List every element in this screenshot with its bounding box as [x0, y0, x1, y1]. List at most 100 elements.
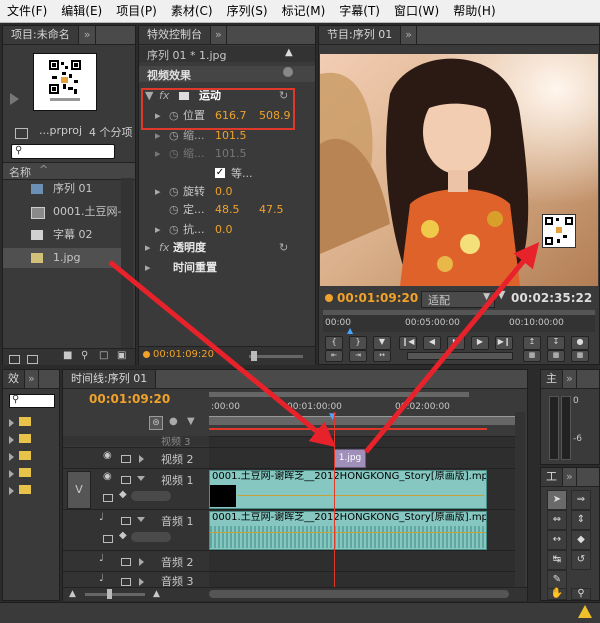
selection-tool-icon[interactable]: ➤ — [547, 490, 567, 510]
list-item[interactable]: 字幕 02 — [3, 225, 121, 245]
pen-tool-icon[interactable]: ✎ — [547, 570, 567, 590]
menu-window[interactable]: 窗口(W) — [387, 0, 446, 22]
delete-icon[interactable]: ▣ — [117, 350, 126, 361]
work-area-bar[interactable] — [209, 416, 525, 425]
timeline-vertical-scrollbar[interactable] — [515, 412, 525, 587]
keyframe-icon[interactable]: ◆ — [119, 489, 127, 500]
stopwatch-icon[interactable]: ◷ — [169, 126, 179, 146]
playhead-line[interactable] — [334, 412, 335, 587]
anchor-y-value[interactable]: 47.5 — [259, 200, 284, 220]
project-scrollbar[interactable] — [121, 178, 133, 348]
image-clip[interactable]: 1.jpg — [334, 449, 366, 468]
marker-icon[interactable]: ▼ — [373, 336, 391, 350]
go-to-out-icon[interactable]: ▶❙ — [495, 336, 513, 350]
mark-in-icon[interactable]: { — [325, 336, 343, 350]
expand-arrow-icon[interactable]: ▸ — [155, 126, 161, 146]
trim-icon[interactable]: ▦ — [523, 350, 541, 362]
find-icon[interactable]: ⚲ — [81, 350, 88, 361]
list-item[interactable] — [9, 484, 31, 501]
warning-icon[interactable] — [578, 605, 592, 618]
zoom-slider[interactable] — [249, 355, 303, 358]
expand-arrow-icon[interactable]: ▸ — [155, 144, 161, 164]
playhead-icon[interactable]: ▲ — [347, 326, 353, 335]
track-video2[interactable]: 1.jpg — [209, 447, 525, 468]
stopwatch-icon[interactable]: ◷ — [169, 200, 179, 220]
opacity-line[interactable] — [238, 495, 484, 496]
effects-search-input[interactable]: ⚲ — [9, 394, 55, 408]
rolling-edit-tool-icon[interactable]: ⇕ — [571, 510, 591, 530]
stopwatch-icon[interactable]: ◷ — [169, 182, 179, 202]
add-marker-icon[interactable]: ▼ — [187, 416, 195, 427]
snap-icon[interactable]: ⊜ — [149, 416, 163, 430]
step-forward-icon[interactable]: ▶ — [471, 336, 489, 350]
list-item[interactable]: 序列 01 — [3, 179, 121, 199]
opacity-effect-row[interactable]: ▸ fx 透明度 ↻ — [139, 238, 315, 258]
zoom-tool-icon[interactable]: ⚲ — [571, 588, 591, 600]
ripple-edit-tool-icon[interactable]: ⇔ — [547, 510, 567, 530]
safe-margins-icon[interactable]: ▦ — [571, 350, 589, 362]
timeline-zoom-handle[interactable] — [107, 589, 112, 599]
keyframe-nav[interactable] — [131, 532, 171, 542]
expand-arrow-icon[interactable] — [139, 555, 149, 568]
track-video3[interactable] — [209, 436, 525, 447]
reset-icon[interactable]: ↻ — [279, 238, 288, 258]
rotation-value[interactable]: 0.0 — [215, 182, 233, 202]
tab-project[interactable]: 项目:未命名 — [3, 26, 79, 44]
scale-value[interactable]: 101.5 — [215, 126, 247, 146]
zoom-out-icon[interactable]: ▲ — [69, 589, 76, 599]
timeline-timecode[interactable]: 00:01:09:20 — [89, 392, 170, 406]
panel-menu-icon[interactable]: » — [563, 370, 577, 388]
qr-overlay[interactable] — [542, 214, 576, 248]
list-item[interactable] — [9, 467, 31, 484]
effects-timecode[interactable]: 00:01:09:20 — [153, 349, 214, 360]
rate-stretch-tool-icon[interactable]: ↔ — [547, 530, 567, 550]
anchor-x-value[interactable]: 48.5 — [215, 200, 240, 220]
track-audio3[interactable] — [209, 571, 525, 588]
go-previous-edit-icon[interactable]: ⇤ — [325, 350, 343, 362]
program-ruler[interactable]: 00:00 00:05:00:00 00:10:00:00 ▲ — [323, 310, 595, 335]
track-lock-icon[interactable] — [121, 514, 131, 527]
tab-tools[interactable]: 工 — [541, 468, 563, 486]
step-back-icon[interactable]: ◀ — [423, 336, 441, 350]
uniform-scale-checkbox[interactable]: ✓ — [215, 168, 225, 178]
program-timecode[interactable]: 00:01:09:20 — [337, 291, 418, 305]
zoom-scroll-bar[interactable] — [209, 392, 469, 397]
track-lock-icon[interactable] — [121, 555, 131, 568]
automate-icon[interactable]: ■ — [63, 350, 72, 361]
speaker-icon[interactable]: ♩ — [99, 573, 104, 584]
track-select-tool-icon[interactable]: ⇒ — [571, 490, 591, 510]
menu-help[interactable]: 帮助(H) — [446, 0, 502, 22]
zoom-bar[interactable] — [323, 310, 595, 315]
keyframe-icon[interactable]: ◆ — [119, 530, 127, 541]
list-item[interactable] — [9, 433, 31, 450]
slide-tool-icon[interactable]: ↺ — [571, 550, 591, 570]
marker-icon[interactable]: ● — [169, 416, 178, 427]
zoom-in-icon[interactable]: ▲ — [153, 589, 160, 599]
lift-icon[interactable]: ↥ — [523, 336, 541, 350]
panel-menu-icon[interactable]: » — [563, 468, 577, 486]
shuttle-slider[interactable] — [407, 352, 513, 360]
expand-arrow-icon[interactable]: ▸ — [155, 220, 161, 240]
new-bin-icon[interactable]: □ — [99, 350, 108, 361]
collapse-arrow-icon[interactable] — [137, 512, 150, 525]
collapse-arrow-icon[interactable] — [137, 471, 150, 484]
menu-sequence[interactable]: 序列(S) — [220, 0, 275, 22]
expand-arrow-icon[interactable] — [139, 452, 149, 465]
icon-view-icon[interactable] — [27, 352, 38, 365]
export-frame-icon[interactable]: ● — [571, 336, 589, 350]
track-lock-icon[interactable] — [121, 452, 131, 465]
play-button[interactable]: ▶ — [447, 336, 465, 350]
stopwatch-icon[interactable]: ◷ — [169, 220, 179, 240]
list-item[interactable] — [9, 416, 31, 433]
output-icon[interactable]: ▦ — [547, 350, 565, 362]
list-item[interactable]: 0001.土豆网- — [3, 202, 121, 222]
keyframe-nav[interactable] — [131, 491, 171, 501]
expand-arrow-icon[interactable]: ▸ — [155, 182, 161, 202]
go-next-edit-icon[interactable]: ⇥ — [349, 350, 367, 362]
speaker-icon[interactable]: ♩ — [99, 512, 104, 523]
menu-project[interactable]: 项目(P) — [109, 0, 164, 22]
fx-icon[interactable]: fx — [159, 238, 169, 258]
display-style-icon[interactable] — [103, 491, 113, 504]
hand-tool-icon[interactable]: ✋ — [547, 588, 567, 600]
stopwatch-icon[interactable]: ◷ — [169, 144, 179, 164]
